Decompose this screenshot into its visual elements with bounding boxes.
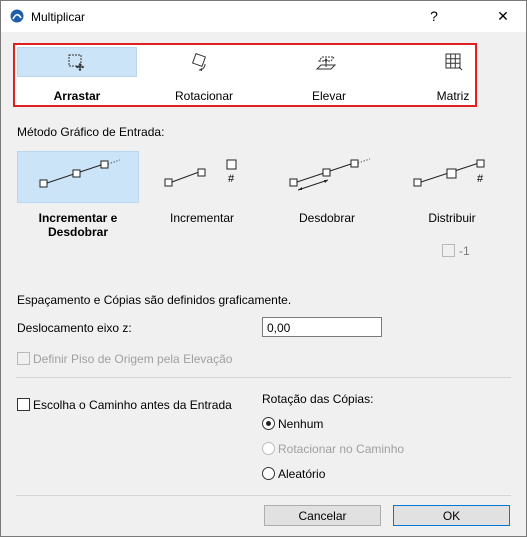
svg-text:#: # [477, 173, 484, 185]
elevate-icon [315, 56, 337, 70]
z-offset-label: Deslocamento eixo z: [17, 321, 132, 335]
matrix-icon [445, 53, 463, 71]
method-increment-label: Incrementar [169, 211, 235, 225]
divider-2 [16, 495, 511, 496]
app-logo-icon [10, 9, 24, 23]
svg-text:#: # [228, 173, 235, 185]
unfold-icon [289, 158, 371, 191]
method-distribute[interactable]: # [392, 151, 512, 201]
increment-icon: # [164, 159, 237, 187]
mode-selector: Arrastar Rotacionar Elevar Matriz [13, 43, 477, 107]
method-section-label: Método Gráfico de Entrada: [17, 125, 165, 139]
mode-elevate[interactable]: Elevar [269, 45, 369, 105]
mode-drag[interactable]: Arrastar [17, 45, 137, 105]
rotation-none-label: Nenhum [278, 417, 324, 431]
choose-path-checkbox[interactable] [17, 398, 30, 411]
window-title: Multiplicar [31, 10, 86, 24]
minus-one-label: -1 [459, 244, 470, 258]
mode-matrix-label: Matriz [436, 89, 470, 103]
rotation-on-path-radio[interactable] [262, 442, 275, 455]
rotate-icon [191, 53, 207, 71]
multiply-dialog: Multiplicar ? ✕ Arrastar Rotacionar Elev… [0, 0, 527, 537]
minus-one-checkbox[interactable] [442, 244, 455, 257]
close-button[interactable]: ✕ [480, 1, 526, 32]
method-increment-unfold-line2: Desdobrar [47, 225, 109, 239]
divider-1 [16, 377, 511, 378]
mode-matrix[interactable]: Matriz [393, 45, 493, 105]
method-unfold-label: Desdobrar [298, 211, 356, 225]
define-floor-label: Definir Piso de Origem pela Elevação [33, 352, 233, 366]
increment-unfold-icon [39, 159, 121, 188]
radio-selected-dot [266, 421, 271, 426]
define-floor-checkbox[interactable] [17, 352, 30, 365]
mode-rotate[interactable]: Rotacionar [142, 45, 242, 105]
method-increment-unfold-label: Incrementar e Desdobrar [13, 211, 143, 239]
method-distribute-label: Distribuir [428, 211, 476, 225]
mode-rotate-label: Rotacionar [174, 89, 234, 103]
method-increment[interactable]: # [143, 151, 263, 201]
method-increment-unfold-line1: Incrementar e [38, 211, 118, 225]
z-offset-input[interactable]: 0,00 [262, 317, 382, 337]
rotation-random-radio[interactable] [262, 467, 275, 480]
mode-drag-label: Arrastar [53, 89, 101, 103]
title-bar: Multiplicar ? ✕ [1, 1, 526, 32]
method-unfold[interactable] [268, 151, 388, 201]
drag-icon [68, 54, 84, 71]
ok-button[interactable]: OK [393, 505, 510, 526]
spacing-note: Espaçamento e Cópias são definidos grafi… [17, 293, 292, 307]
choose-path-label: Escolha o Caminho antes da Entrada [33, 398, 232, 412]
rotation-on-path-label: Rotacionar no Caminho [278, 442, 405, 456]
rotation-none-radio[interactable] [262, 417, 275, 430]
mode-elevate-label: Elevar [311, 89, 346, 103]
cancel-button[interactable]: Cancelar [264, 505, 381, 526]
rotation-random-label: Aleatório [278, 467, 326, 481]
method-increment-unfold[interactable] [17, 151, 139, 203]
rotation-label: Rotação das Cópias: [262, 392, 374, 406]
mode-drag-highlight [17, 47, 137, 77]
distribute-icon: # [413, 159, 485, 187]
help-button[interactable]: ? [411, 1, 457, 32]
